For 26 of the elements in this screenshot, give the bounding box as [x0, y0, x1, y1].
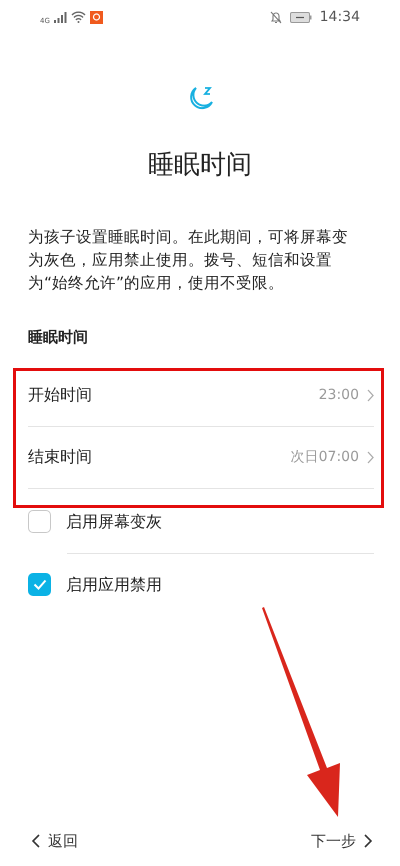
- next-button[interactable]: 下一步: [311, 830, 372, 852]
- option-label: 启用应用禁用: [66, 574, 162, 596]
- app-icon: [90, 10, 103, 24]
- time-row[interactable]: 结束时间 次日07:00: [28, 426, 374, 488]
- section-header: 睡眠时间: [27, 327, 89, 348]
- time-row[interactable]: 开始时间 23:00: [28, 364, 374, 426]
- signal-icon: [54, 12, 67, 22]
- description-text: 为孩子设置睡眠时间。在此期间，可将屏幕变为灰色，应用禁止使用。拨号、短信和设置为“始终允许”的应用，使用不受限。: [27, 227, 349, 294]
- chevron-right-icon: [367, 450, 374, 464]
- row-label: 开始时间: [28, 384, 92, 406]
- back-button[interactable]: 返回: [32, 830, 78, 852]
- clock-time: 14:34: [320, 8, 360, 26]
- chevron-right-icon: [364, 834, 372, 848]
- chevron-right-icon: [367, 388, 374, 402]
- time-value: 次日07:00: [290, 448, 359, 466]
- check-icon: [32, 579, 46, 590]
- option-label: 启用屏幕变灰: [66, 510, 162, 532]
- checkbox[interactable]: [28, 573, 51, 596]
- page-title: 睡眠时间: [147, 149, 253, 182]
- bell-off-icon: [270, 10, 282, 24]
- checkbox[interactable]: [28, 510, 51, 533]
- chevron-left-icon: [32, 834, 40, 848]
- wifi-icon: [70, 11, 86, 23]
- row-label: 结束时间: [28, 446, 92, 468]
- battery-icon: [290, 12, 312, 22]
- time-value: 23:00: [318, 386, 359, 404]
